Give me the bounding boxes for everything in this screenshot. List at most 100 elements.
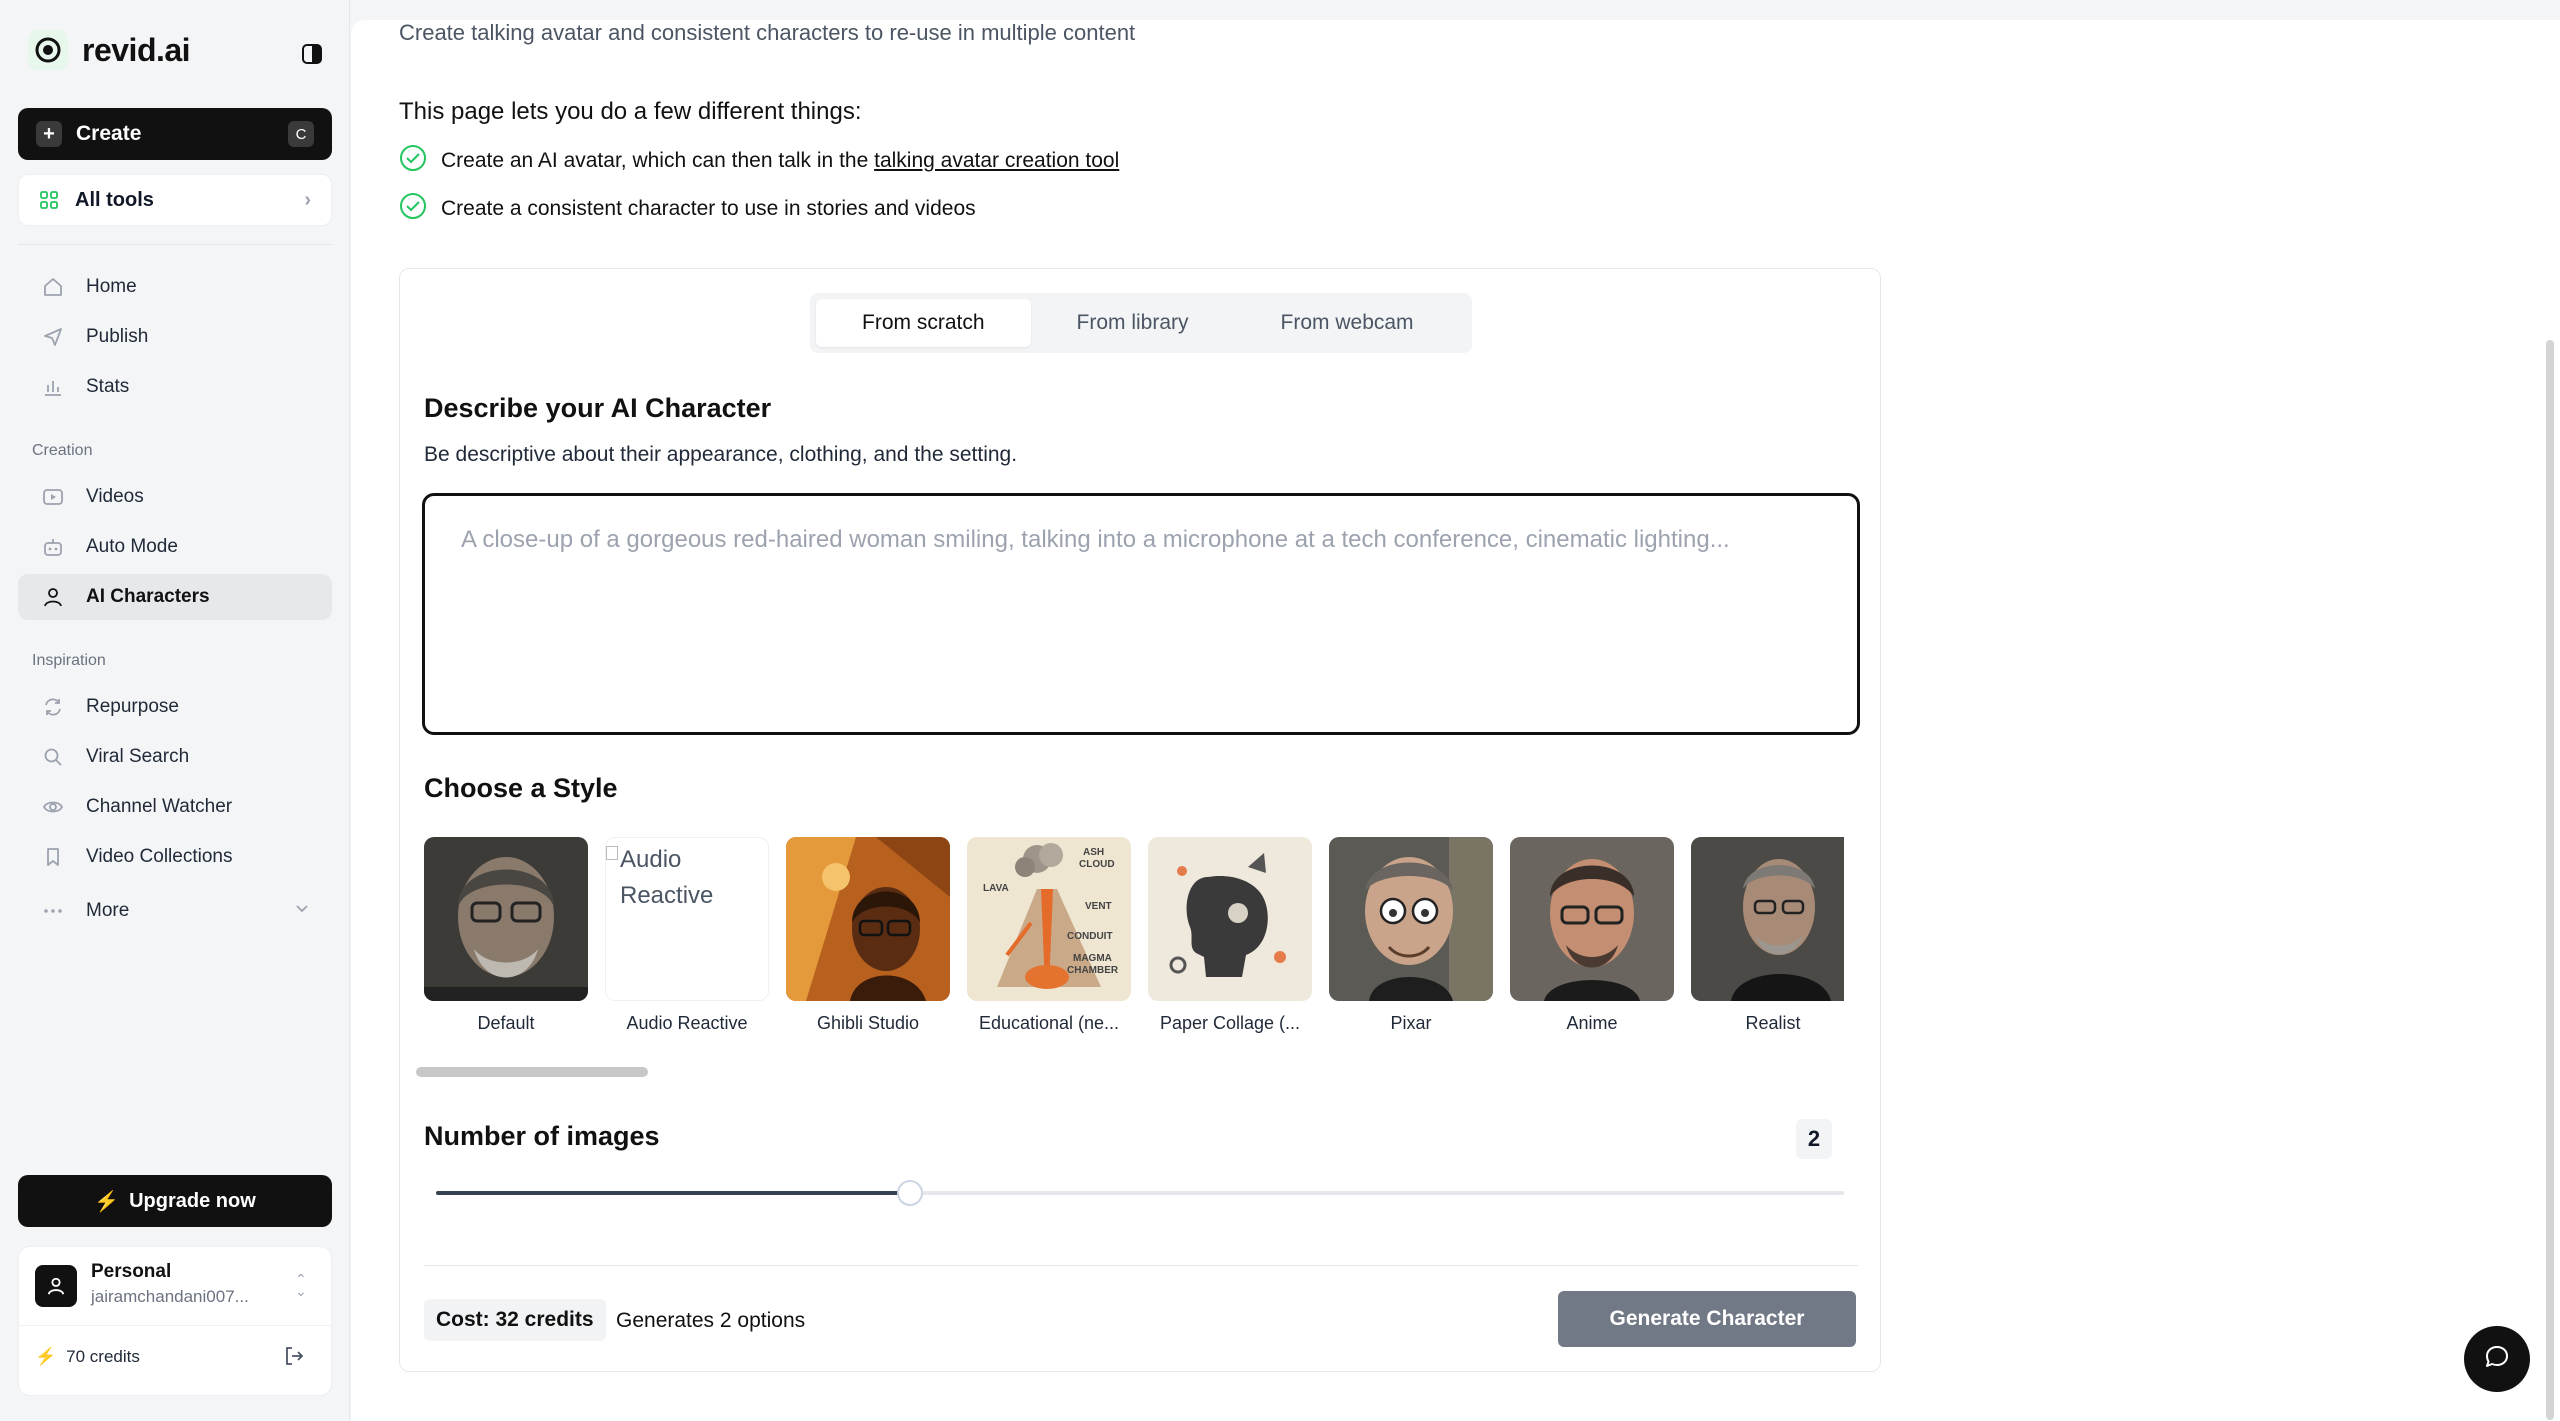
images-slider[interactable] [436,1180,1844,1206]
sidebar-item-publish[interactable]: Publish [18,314,332,360]
sidebar-item-repurpose[interactable]: Repurpose [18,684,332,730]
page-scrollbar[interactable] [2546,340,2554,1420]
main-content: Create talking avatar and consistent cha… [351,20,2560,1421]
style-option-audio-reactive[interactable]: Audio Reactive Audio Reactive [605,837,769,1034]
chevron-right-icon: › [304,188,311,211]
upgrade-label: Upgrade now [129,1189,256,1212]
style-label: Pixar [1390,1013,1432,1033]
generate-character-button[interactable]: Generate Character [1558,1291,1856,1347]
grid-icon [39,190,59,210]
sidebar-item-stats[interactable]: Stats [18,364,332,410]
style-carousel-scrollbar[interactable] [416,1067,648,1077]
brand[interactable]: revid.ai [28,30,191,70]
credits-display: ⚡ 70 credits [35,1347,140,1367]
sidebar-item-ai-characters[interactable]: AI Characters [18,574,332,620]
chat-button[interactable] [2464,1326,2530,1392]
sidebar-item-label: Repurpose [86,696,179,717]
sidebar-item-video-collections[interactable]: Video Collections [18,834,332,880]
logout-icon[interactable] [283,1345,305,1372]
credits-label: 70 credits [66,1347,140,1366]
chat-bubble-icon [2483,1343,2511,1376]
create-shortcut: C [288,121,314,147]
style-label: Default [477,1013,535,1033]
tab-from-scratch[interactable]: From scratch [816,299,1031,347]
style-title: Choose a Style [424,773,618,803]
broken-image-alt: Audio Reactive [620,846,714,909]
cost-badge: Cost: 32 credits [424,1299,606,1341]
sidebar-item-viral-search[interactable]: Viral Search [18,734,332,780]
style-option-realist[interactable]: Realist [1691,837,1844,1034]
style-thumbnail [1510,837,1674,1001]
upgrade-button[interactable]: ⚡ Upgrade now [18,1175,332,1227]
chevron-down-icon [294,900,310,922]
sidebar-item-channel-watcher[interactable]: Channel Watcher [18,784,332,830]
account-name: Personal [91,1261,172,1282]
sidebar-item-label: Videos [86,486,144,507]
sidebar-item-label: Publish [86,326,149,347]
check-circle-icon [399,144,427,178]
check-circle-icon [399,192,427,226]
user-icon [40,584,66,610]
images-title: Number of images [424,1121,660,1151]
talking-avatar-link[interactable]: talking avatar creation tool [874,149,1119,172]
intro-text: This page lets you do a few different th… [399,98,862,125]
style-thumbnail [1691,837,1844,1001]
plus-icon: + [36,121,62,147]
style-option-ghibli-studio[interactable]: Ghibli Studio [786,837,950,1034]
source-tabs: From scratch From library From webcam [810,293,1472,353]
slider-fill [436,1191,911,1195]
slider-thumb[interactable] [897,1180,924,1206]
sidebar: revid.ai + Create C All tools › Home Pub… [0,0,350,1421]
style-option-default[interactable]: Default [424,837,588,1034]
footer-divider [424,1265,1858,1266]
account-email: jairamchandani007... [91,1287,249,1306]
style-thumbnail [424,837,588,1001]
tab-from-library[interactable]: From library [1031,299,1235,347]
account-card: Personal jairamchandani007... ⌃ ⌄ ⚡ 70 cr… [18,1246,332,1396]
style-option-pixar[interactable]: Pixar [1329,837,1493,1034]
character-form-card: From scratch From library From webcam De… [399,268,1881,1372]
style-carousel: Default Audio Reactive Audio Reactive Gh… [424,837,1844,1047]
edu-label-chamber: CHAMBER [1067,965,1119,976]
brand-name: revid.ai [82,31,191,68]
edu-label-magma: MAGMA [1073,953,1112,964]
feature-bullet-avatar: Create an AI avatar, which can then talk… [399,144,1119,178]
account-divider [19,1325,331,1326]
style-option-anime[interactable]: Anime [1510,837,1674,1034]
feature-bullet-character: Create a consistent character to use in … [399,192,976,226]
tab-from-webcam[interactable]: From webcam [1235,299,1460,347]
style-thumbnail [1148,837,1312,1001]
sidebar-item-auto-mode[interactable]: Auto Mode [18,524,332,570]
edu-label-ash: ASH [1083,847,1104,858]
sidebar-item-videos[interactable]: Videos [18,474,332,520]
all-tools-button[interactable]: All tools › [18,174,332,226]
create-label: Create [76,122,142,145]
section-label-creation: Creation [32,442,93,459]
bullet-text: Create an AI avatar, which can then talk… [441,149,1119,173]
edu-label-vent: VENT [1085,901,1112,912]
video-icon [40,484,66,510]
style-option-educational[interactable]: ASH CLOUD LAVA VENT CONDUIT MAGMA CHAMBE… [967,837,1131,1034]
bookmark-icon [40,844,66,870]
section-label-inspiration: Inspiration [32,652,106,669]
sidebar-item-label: Home [86,276,137,297]
sidebar-item-label: Viral Search [86,746,190,767]
style-label: Educational (ne... [978,1013,1120,1033]
bolt-icon: ⚡ [94,1190,120,1213]
style-thumbnail [786,837,950,1001]
character-description-input[interactable] [422,493,1860,735]
sidebar-item-home[interactable]: Home [18,264,332,310]
bullet-prefix: Create an AI avatar, which can then talk… [441,149,875,172]
sidebar-item-label: Channel Watcher [86,796,233,817]
generates-text: Generates 2 options [616,1309,806,1332]
style-option-paper-collage[interactable]: Paper Collage (... [1148,837,1312,1034]
sidebar-toggle-icon[interactable] [298,40,326,68]
create-button[interactable]: + Create C [18,108,332,160]
bolt-icon: ⚡ [35,1347,57,1366]
describe-hint: Be descriptive about their appearance, c… [424,443,1018,466]
chevron-up-down-icon[interactable]: ⌃ ⌄ [295,1272,307,1298]
avatar[interactable] [35,1265,77,1307]
eye-icon [40,794,66,820]
robot-icon [40,534,66,560]
sidebar-item-more[interactable]: More [18,888,332,934]
